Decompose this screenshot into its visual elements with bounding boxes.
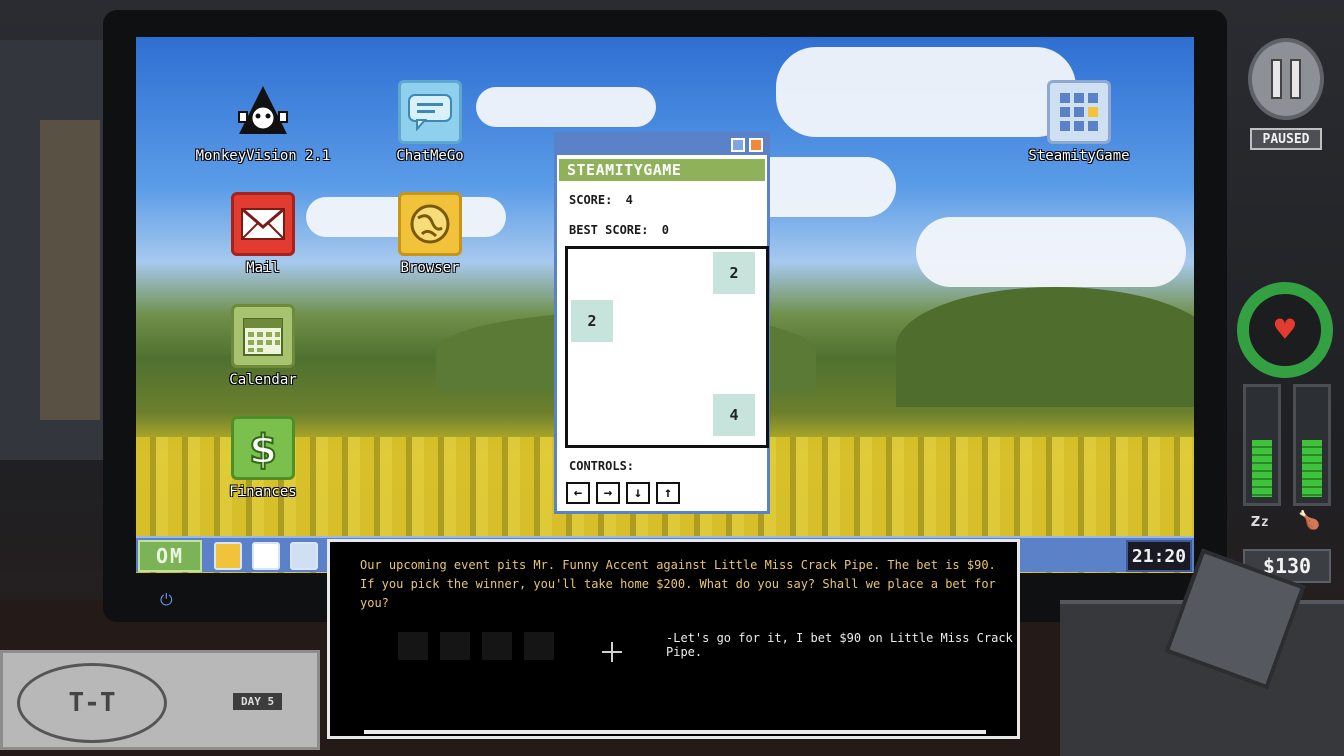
tat-logo: T-T [17,663,167,743]
desktop-icon-browser[interactable]: Browser [355,192,505,276]
dialog-box: Our upcoming event pits Mr. Funny Accent… [327,539,1020,739]
desktop-icon-calendar[interactable]: Calendar [188,304,338,388]
building-window [40,120,100,420]
hill [896,287,1194,407]
hunger-meter [1293,384,1331,506]
dialog-slot [524,632,554,660]
dialog-slot [440,632,470,660]
drumstick-icon: 🍗 [1298,510,1321,531]
taskbar-clock: 21:20 [1126,540,1192,572]
grid-game-icon [1047,80,1111,144]
game-tile: 2 [571,300,613,342]
taskbar-browser-icon[interactable] [214,542,242,570]
dialog-message: Our upcoming event pits Mr. Funny Accent… [360,558,996,610]
dialog-progress-bar [364,730,986,734]
best-score-row: BEST SCORE: 0 [557,223,767,237]
desktop-icon-label: Browser [400,260,460,276]
desktop-icon-label: Mail [246,260,280,276]
desktop-icon-label: ChatMeGo [396,148,464,164]
desk-device [1060,548,1344,756]
dialog-slot [398,632,428,660]
desktop-icon-label: Finances [229,484,297,500]
game-tile: 2 [713,252,755,294]
calendar-icon [231,304,295,368]
score-row: SCORE: 4 [557,193,767,207]
score-label: SCORE: [569,193,613,207]
desktop-icon-finances[interactable]: $ Finances [188,416,338,500]
left-arrow-key[interactable]: ← [566,482,590,504]
chat-bubble-icon [398,80,462,144]
day-label: DAY 5 [233,693,283,710]
desktop-icon-chatmego[interactable]: ChatMeGo [355,80,505,164]
heart-icon: ♥ [1274,310,1296,350]
minimize-button[interactable] [731,138,745,152]
crosshair-cursor-icon [602,642,622,662]
steamitygame-window: STEAMITYGAME SCORE: 4 BEST SCORE: 0 2 2 … [554,132,770,514]
tat-logo-text: T-T [68,688,116,718]
dollar-icon: $ [231,416,295,480]
desktop-icon-steamitygame[interactable]: SteamityGame [1004,80,1154,164]
taskbar-monkey-icon[interactable] [252,542,280,570]
taskbar-steamity-icon[interactable] [290,542,318,570]
controls-label: CONTROLS: [569,459,635,473]
globe-icon [398,192,462,256]
dialog-choice[interactable]: -Let's go for it, I bet $90 on Little Mi… [666,631,1017,659]
desktop-icon-label: Calendar [229,372,297,388]
paused-label: PAUSED [1250,128,1322,150]
up-arrow-key[interactable]: ↑ [656,482,680,504]
desktop-icon-label: MonkeyVision 2.1 [195,148,331,164]
tat-box: T-T DAY 5 [0,650,320,750]
svg-text:$: $ [249,427,277,471]
sleep-meter-fill [1252,440,1272,497]
sleep-meter [1243,384,1281,506]
desktop-icon-label: SteamityGame [1028,148,1130,164]
health-ring: ♥ [1237,282,1333,378]
game-board[interactable]: 2 2 4 [565,246,769,448]
start-button[interactable]: OM [138,540,202,572]
game-title: STEAMITYGAME [559,159,765,181]
window-titlebar[interactable] [557,135,767,155]
down-arrow-key[interactable]: ↓ [626,482,650,504]
zzz-icon: zz [1250,510,1269,531]
pause-icon [1271,59,1301,99]
desktop-icon-monkeyvision[interactable]: MonkeyVision 2.1 [188,80,338,164]
envelope-icon [231,192,295,256]
cloud [916,217,1186,287]
best-score-value: 0 [661,223,669,237]
hunger-meter-fill [1302,440,1322,497]
score-value: 4 [625,193,633,207]
close-button[interactable] [749,138,763,152]
right-arrow-key[interactable]: → [596,482,620,504]
dialog-slot [482,632,512,660]
best-score-label: BEST SCORE: [569,223,649,237]
game-tile: 4 [713,394,755,436]
desktop-icon-mail[interactable]: Mail [188,192,338,276]
power-icon[interactable]: ⏻ [160,590,173,610]
pause-button[interactable] [1248,38,1324,120]
monkey-icon [231,80,295,144]
